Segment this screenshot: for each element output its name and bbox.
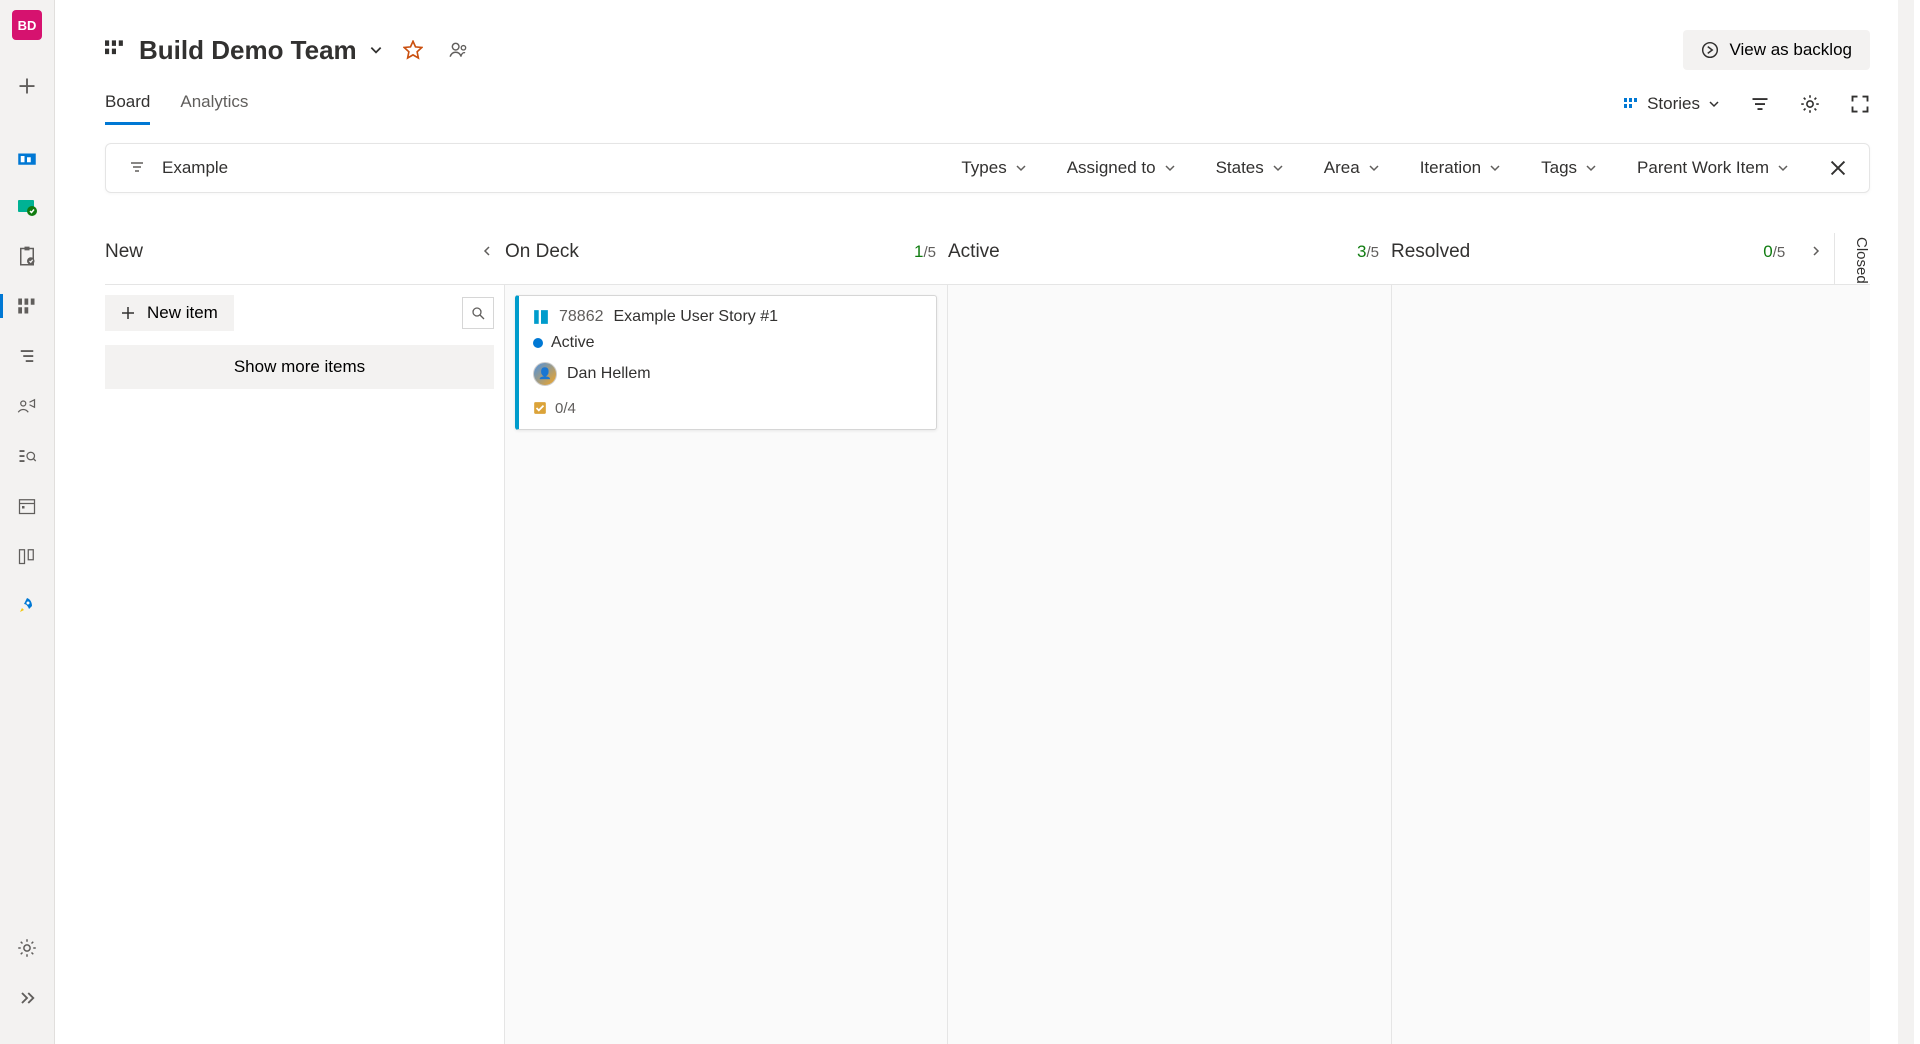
task-checklist-icon (533, 401, 547, 415)
chevron-down-icon (1777, 162, 1789, 174)
view-as-backlog-button[interactable]: View as backlog (1683, 30, 1870, 70)
main-content: Build Demo Team View as backlog Board An… (55, 0, 1920, 1044)
query-icon (17, 446, 37, 466)
work-item-card[interactable]: 78862 Example User Story #1 Active 👤 Dan… (515, 295, 937, 430)
plus-icon (17, 76, 37, 96)
assignee-avatar: 👤 (533, 362, 557, 386)
chevron-left-icon (481, 245, 493, 257)
column-resolved[interactable] (1392, 285, 1834, 1044)
add-item-button[interactable] (11, 70, 43, 102)
filter-icon[interactable] (1750, 94, 1770, 114)
column-active[interactable] (948, 285, 1391, 1044)
search-items-button[interactable] (462, 297, 494, 329)
tab-analytics[interactable]: Analytics (180, 92, 248, 125)
nav-boards[interactable] (11, 190, 43, 222)
nav-plans[interactable] (11, 490, 43, 522)
task-progress: 0/4 (555, 400, 576, 417)
show-more-items-button[interactable]: Show more items (105, 345, 494, 389)
nav-overview[interactable] (11, 140, 43, 172)
column-new[interactable]: New item Show more items (105, 285, 505, 1044)
filter-parent-work-item[interactable]: Parent Work Item (1637, 158, 1789, 178)
column-header-new: New (105, 241, 505, 275)
nav-backlogs[interactable] (11, 340, 43, 372)
chevron-double-right-icon (17, 988, 37, 1008)
view-as-backlog-label: View as backlog (1729, 40, 1852, 60)
column-header-on-deck: On Deck 1/5 (505, 241, 948, 275)
state-indicator-icon (533, 338, 543, 348)
dashboard-icon (17, 146, 37, 166)
filter-assigned-to[interactable]: Assigned to (1067, 158, 1176, 178)
close-icon[interactable] (1829, 159, 1847, 177)
column-closed-collapsed-body[interactable] (1834, 285, 1870, 1044)
work-item-state: Active (551, 334, 595, 352)
gear-icon (17, 938, 37, 958)
project-avatar[interactable]: BD (12, 10, 42, 40)
team-name-title[interactable]: Build Demo Team (139, 35, 357, 66)
column-header-closed-collapsed[interactable]: Closed (1834, 233, 1870, 284)
nav-sprints[interactable] (11, 390, 43, 422)
kanban-board: New On Deck 1/5 Active 3/5 Resolved 0/ (55, 193, 1920, 1044)
backlog-level-label: Stories (1647, 94, 1700, 114)
search-icon (471, 306, 485, 320)
filter-keyword[interactable]: Example (162, 158, 228, 178)
collapse-column-button[interactable] (481, 244, 493, 260)
nav-boards-page[interactable] (11, 290, 43, 322)
user-story-icon (533, 309, 549, 325)
fullscreen-icon[interactable] (1850, 94, 1870, 114)
left-nav-sidebar: BD (0, 0, 55, 1044)
work-item-title[interactable]: Example User Story #1 (614, 308, 779, 326)
people-icon[interactable] (449, 40, 469, 60)
page-header: Build Demo Team View as backlog Board An… (55, 0, 1920, 125)
vertical-scrollbar[interactable] (1898, 0, 1914, 1044)
filter-tags[interactable]: Tags (1541, 158, 1597, 178)
chevron-down-icon (1015, 162, 1027, 174)
column-on-deck[interactable]: 78862 Example User Story #1 Active 👤 Dan… (505, 285, 948, 1044)
chevron-down-icon (1708, 98, 1720, 110)
plus-icon (121, 306, 135, 320)
filter-bar: Example Types Assigned to States Area It… (105, 143, 1870, 193)
column-header-resolved: Resolved 0/5 (1391, 241, 1834, 275)
chevron-right-icon (1810, 245, 1822, 257)
nav-queries[interactable] (11, 440, 43, 472)
board-header-icon (105, 39, 127, 61)
filter-states[interactable]: States (1216, 158, 1284, 178)
calendar-icon (17, 496, 37, 516)
chevron-down-icon (1164, 162, 1176, 174)
nav-settings[interactable] (11, 932, 43, 964)
arrow-right-circle-icon (1701, 41, 1719, 59)
scroll-columns-right[interactable] (1810, 242, 1822, 261)
clipboard-icon (17, 246, 37, 266)
board-columns-icon (17, 296, 37, 316)
chevron-down-icon (1489, 162, 1501, 174)
task-check-icon (17, 196, 37, 216)
filter-funnel-icon[interactable] (128, 160, 146, 176)
chevron-down-icon (1585, 162, 1597, 174)
sprint-icon (17, 396, 37, 416)
new-item-button[interactable]: New item (105, 295, 234, 331)
star-icon[interactable] (403, 40, 423, 60)
chevron-down-icon (1272, 162, 1284, 174)
nav-test-plans[interactable] (11, 540, 43, 572)
nav-artifacts[interactable] (11, 590, 43, 622)
filter-types[interactable]: Types (961, 158, 1026, 178)
filter-iteration[interactable]: Iteration (1420, 158, 1501, 178)
nav-expand[interactable] (11, 982, 43, 1014)
work-item-assignee: Dan Hellem (567, 365, 651, 383)
settings-gear-icon[interactable] (1800, 94, 1820, 114)
stories-icon (1623, 96, 1639, 112)
tab-board[interactable]: Board (105, 92, 150, 125)
rocket-icon (17, 596, 37, 616)
columns-icon (17, 546, 37, 566)
list-icon (17, 346, 37, 366)
chevron-down-icon[interactable] (369, 43, 383, 57)
work-item-id: 78862 (559, 308, 604, 326)
backlog-level-dropdown[interactable]: Stories (1623, 94, 1720, 114)
column-header-active: Active 3/5 (948, 241, 1391, 275)
filter-area[interactable]: Area (1324, 158, 1380, 178)
chevron-down-icon (1368, 162, 1380, 174)
nav-work-items[interactable] (11, 240, 43, 272)
